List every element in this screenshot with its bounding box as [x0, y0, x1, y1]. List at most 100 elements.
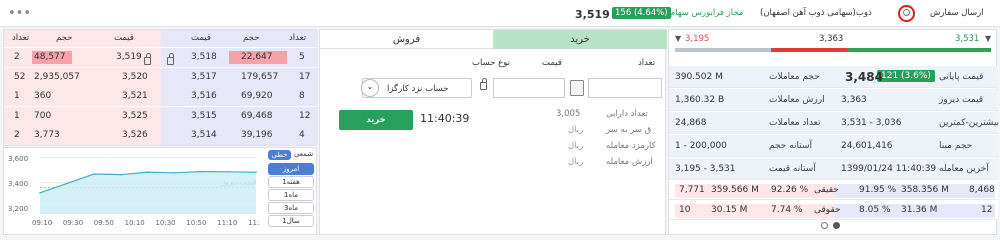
stat-label: حجم مبنا — [939, 141, 973, 151]
change-abs: 156 — [615, 8, 632, 18]
buy-volume: 39,196 — [241, 130, 273, 140]
buy-order-row[interactable]: 3,517 179,657 17 — [161, 67, 318, 87]
orderbook-panel: تعداد حجم قیمت قیمت حجم تعداد 2 48,577 3… — [3, 29, 318, 146]
sell-order-row[interactable]: 2 3,773 3,526 — [4, 126, 161, 145]
sell-count: 2 — [14, 52, 20, 62]
stats-panel: ▼ 3,195 3,363 3,531 ▼ 390.502 M حجم معام… — [668, 29, 999, 235]
price-label: قیمت — [542, 58, 562, 68]
buy-volume: 179,657 — [241, 71, 279, 82]
lr-vol-sell: 30.15 M — [711, 205, 748, 215]
price-point — [255, 171, 257, 174]
range-low-arrow: ▼ — [675, 34, 682, 43]
buy-count: 17 — [299, 71, 311, 82]
buy-header: قیمت حجم تعداد — [161, 30, 318, 47]
x-tick-label: 09:50 — [94, 219, 114, 227]
stat-label: آخرین معامله — [939, 164, 989, 174]
y-tick-label: 3,200 — [8, 205, 28, 213]
lr-pct-buy: 8.05 % — [859, 205, 891, 215]
market-label: مجاز فرابورس سهام — [670, 8, 744, 18]
lr-label-sell: حقیقی — [814, 185, 839, 195]
stat-value: 3,484 — [845, 70, 883, 84]
value-value: ریال — [568, 157, 584, 167]
sell-order-row[interactable]: 1 360 3,521 — [4, 87, 161, 106]
sell-order-row[interactable]: 52 2,935,057 3,520 — [4, 67, 161, 87]
buy-price: 3,518 — [191, 52, 217, 62]
stat-value-secondary: 390.502 M — [675, 72, 723, 82]
sell-count: 1 — [14, 91, 20, 101]
sell-volume: 48,577 — [34, 52, 66, 62]
sell-price: 3,519 — [116, 52, 142, 62]
sell-volume: 700 — [34, 110, 52, 121]
buy-volume: 22,647 — [241, 52, 273, 62]
price-lock-icon[interactable] — [480, 78, 487, 93]
stat-row: 3,195 - 3,531 آستانه قیمت 1399/01/24 11:… — [669, 158, 998, 180]
fee-label: کارمزد معامله — [606, 141, 656, 151]
calculator-icon[interactable] — [570, 80, 584, 96]
buy-order-row[interactable]: 3,514 39,196 4 — [161, 126, 318, 145]
sell-order-row[interactable]: 1 700 3,525 — [4, 106, 161, 126]
stat-value: 1399/01/24 11:40:39 — [841, 164, 937, 174]
stat-value-secondary: 24,868 — [675, 118, 707, 128]
x-tick-label: 11:10 — [217, 219, 237, 227]
buy-header-count: تعداد — [289, 33, 307, 43]
range-high-arrow: ▼ — [985, 34, 992, 43]
stat-row: 390.502 M حجم معاملات 121 (3.6%) 3,484 ق… — [669, 66, 998, 88]
sell-order-row[interactable]: 2 48,577 3,519 — [4, 48, 161, 67]
pager-dot[interactable] — [821, 222, 828, 229]
stat-label-secondary: تعداد معاملات — [769, 118, 821, 128]
stat-value: 3,531 - 3,036 — [841, 118, 902, 128]
chevron-down-icon[interactable]: ⌄ — [361, 79, 379, 97]
price-input[interactable] — [493, 78, 565, 98]
buy-order-row[interactable]: 3,518 22,647 5 — [161, 48, 318, 67]
search-icon[interactable] — [898, 5, 915, 22]
lr-count-sell: 7,771 — [679, 185, 705, 195]
lr-count-buy: 12 — [981, 205, 993, 215]
sell-price: 3,526 — [122, 130, 148, 140]
value-label: ارزش معامله — [606, 157, 653, 167]
range-high: 3,531 — [955, 34, 980, 44]
buy-order-row[interactable]: 3,516 69,920 8 — [161, 87, 318, 106]
buy-order-row[interactable]: 3,515 69,468 12 — [161, 106, 318, 126]
range-button[interactable]: 1ماه — [268, 189, 314, 201]
x-tick-label: 09:10 — [32, 219, 52, 227]
range-button[interactable]: 3ماه — [268, 202, 314, 214]
quantity-input[interactable] — [588, 78, 662, 98]
stat-value-secondary: 1,360.32 B — [675, 95, 725, 105]
price-point — [147, 171, 149, 173]
tab-sell[interactable]: فروش — [320, 30, 493, 49]
range-button[interactable]: امروز — [268, 163, 314, 175]
range-button[interactable]: 1سال — [268, 215, 314, 227]
stat-value-secondary: 3,195 - 3,531 — [675, 164, 736, 174]
x-tick-label: 10:30 — [155, 219, 175, 227]
pager-dot-active[interactable] — [833, 222, 840, 229]
lr-pct-buy: 91.95 % — [859, 185, 897, 195]
linear-chart-button[interactable]: خطی — [268, 150, 291, 160]
buy-price: 3,517 — [191, 71, 217, 82]
account-value: حساب نزد کارگزا — [387, 84, 449, 94]
sell-price: 3,520 — [122, 71, 148, 82]
chart-panel: 3,600 3,400 3,200 09:10 09:30 09:50 10:10 10:30… — [3, 147, 317, 235]
tab-buy[interactable]: خرید — [493, 30, 667, 49]
buy-button[interactable]: خرید — [339, 110, 413, 130]
sell-price: 3,525 — [122, 110, 148, 121]
x-tick-label: 11:30 — [248, 219, 260, 227]
buy-count: 5 — [299, 52, 305, 62]
more-dots-icon[interactable]: ••• — [8, 6, 31, 21]
legal-real-row: 10 30.15 M 7.74 % حقوقی 8.05 % 31.36 M 1… — [669, 200, 998, 220]
change-badge-small: 121 (3.6%) — [877, 70, 935, 82]
stat-label: قیمت پایانی — [939, 72, 984, 82]
x-tick-label: 09:30 — [63, 219, 83, 227]
breakeven-label: ق سر به سر — [606, 125, 652, 135]
buy-count: 4 — [299, 130, 305, 140]
trade-time: 11:40:39 — [420, 112, 470, 125]
buy-volume: 69,468 — [241, 110, 273, 121]
sell-count: 1 — [14, 110, 20, 121]
range-button[interactable]: 1هفته — [268, 176, 314, 188]
send-order-button[interactable]: ارسال سفارش — [930, 8, 984, 18]
stat-row: 24,868 تعداد معاملات 3,531 - 3,036 بیشتر… — [669, 112, 999, 134]
lr-vol-sell: 359.566 M — [711, 185, 759, 195]
sell-volume: 2,935,057 — [34, 71, 80, 82]
stat-label-secondary: آستانه قیمت — [769, 164, 816, 174]
candle-chart-button[interactable]: شمعی — [292, 150, 315, 160]
account-type-label: نوع حساب — [472, 58, 510, 68]
